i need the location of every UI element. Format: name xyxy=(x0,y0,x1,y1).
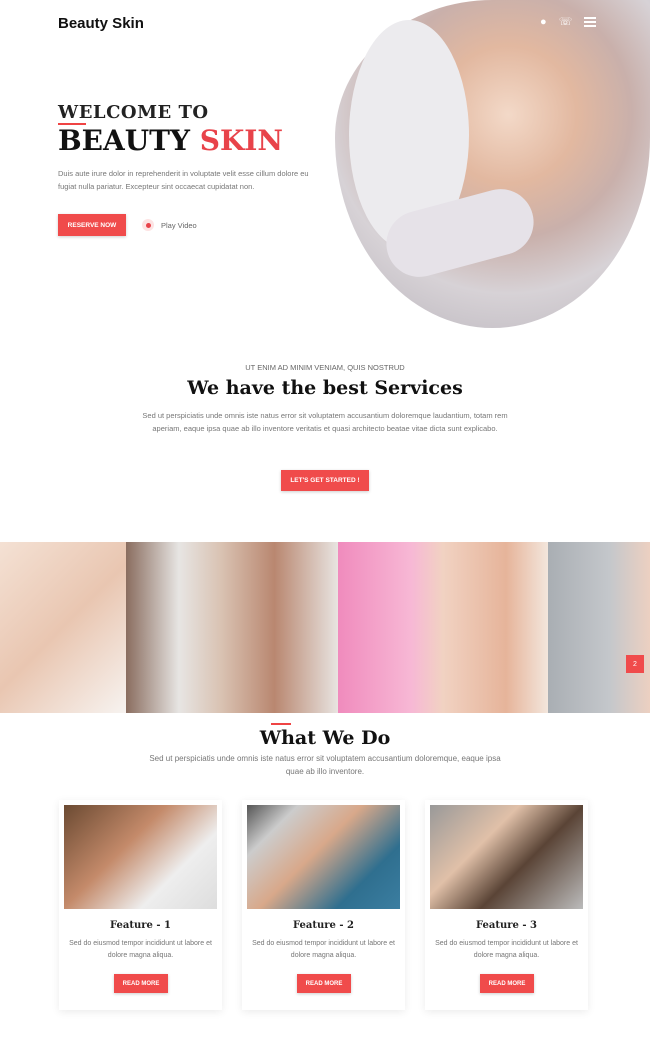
next-slide-button[interactable]: 2 xyxy=(626,655,644,673)
gallery-image xyxy=(338,542,548,713)
feature-title: Feature - 1 xyxy=(110,920,171,931)
feature-card: Feature - 2 Sed do eiusmod tempor incidi… xyxy=(242,800,405,1010)
search-icon[interactable]: ● xyxy=(540,16,547,28)
feature-title: Feature - 2 xyxy=(293,920,354,931)
phone-icon[interactable]: ☏ xyxy=(559,15,573,28)
hero-subtitle: WELCOME TO xyxy=(58,102,209,123)
feature-text: Sed do eiusmod tempor incididunt ut labo… xyxy=(435,940,578,959)
divider xyxy=(271,723,291,725)
what-we-do-text: Sed ut perspiciatis unde omnis iste natu… xyxy=(149,754,501,776)
menu-icon[interactable] xyxy=(584,16,597,27)
feature-image xyxy=(247,805,400,909)
feature-image xyxy=(430,805,583,909)
services-title: We have the best Services xyxy=(187,377,463,399)
services-text: Sed ut perspiciatis unde omnis iste natu… xyxy=(142,411,508,433)
hero-text: Duis aute irure dolor in reprehenderit i… xyxy=(58,169,309,191)
hero-image xyxy=(335,0,650,328)
feature-card: Feature - 1 Sed do eiusmod tempor incidi… xyxy=(59,800,222,1010)
play-icon xyxy=(142,219,154,231)
title-accent: SKIN xyxy=(199,124,283,157)
image-gallery: 2 xyxy=(0,542,650,713)
feature-text: Sed do eiusmod tempor incididunt ut labo… xyxy=(69,940,212,959)
what-we-do-title: What We Do xyxy=(259,727,391,749)
hero-title: BEAUTY SKIN xyxy=(58,124,283,157)
read-more-button[interactable]: READ MORE xyxy=(297,974,351,993)
title-part: BEAUTY xyxy=(58,124,190,157)
feature-title: Feature - 3 xyxy=(476,920,537,931)
play-video-button[interactable]: Play Video xyxy=(142,219,197,231)
gallery-image xyxy=(0,542,126,713)
feature-image xyxy=(64,805,217,909)
read-more-button[interactable]: READ MORE xyxy=(114,974,168,993)
logo[interactable]: Beauty Skin xyxy=(58,15,144,32)
services-kicker: UT ENIM AD MINIM VENIAM, QUIS NOSTRUD xyxy=(245,363,405,372)
gallery-image xyxy=(126,542,338,713)
play-label: Play Video xyxy=(161,220,197,230)
feature-text: Sed do eiusmod tempor incididunt ut labo… xyxy=(252,940,395,959)
reserve-now-button[interactable]: RESERVE NOW xyxy=(58,214,126,236)
read-more-button[interactable]: READ MORE xyxy=(480,974,534,993)
get-started-button[interactable]: LET'S GET STARTED ! xyxy=(281,470,369,491)
gallery-image: 2 xyxy=(548,542,650,713)
feature-card: Feature - 3 Sed do eiusmod tempor incidi… xyxy=(425,800,588,1010)
